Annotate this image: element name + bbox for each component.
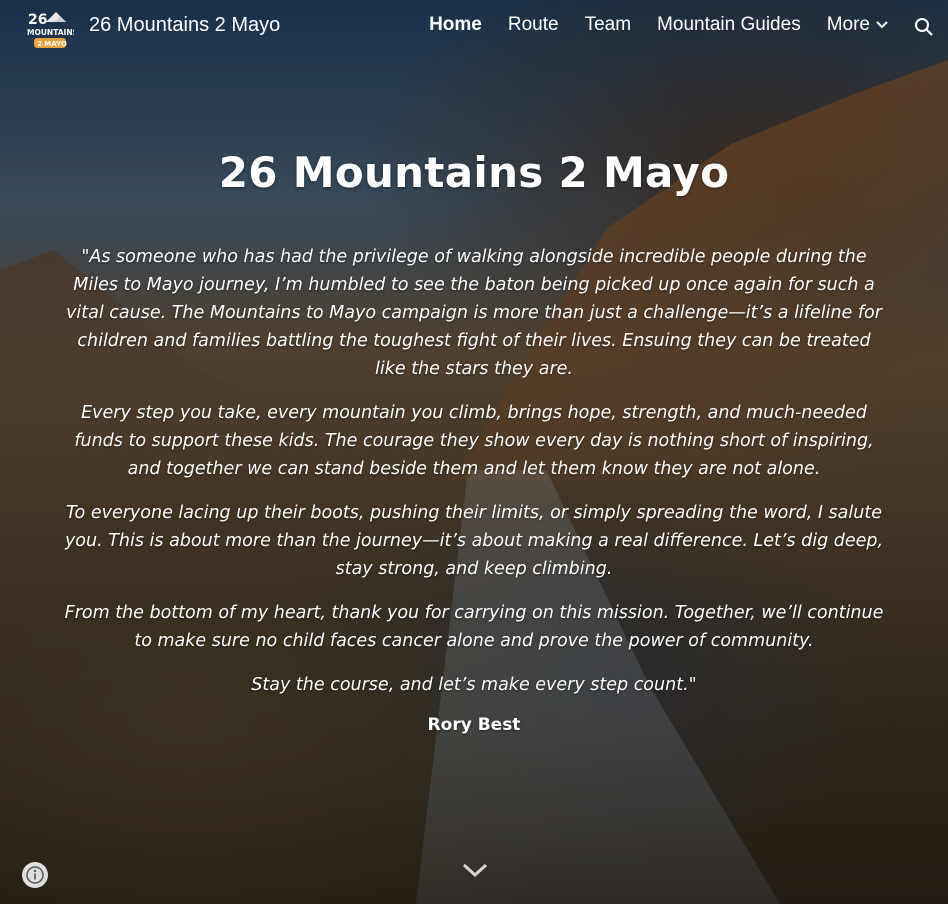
search-icon[interactable] (914, 17, 934, 37)
quote-paragraph: To everyone lacing up their boots, pushi… (64, 503, 884, 579)
nav-more[interactable]: More (827, 14, 888, 36)
nav-mountain-guides[interactable]: Mountain Guides (657, 14, 801, 36)
site-title[interactable]: 26 Mountains 2 Mayo (89, 14, 280, 37)
quote-author: Rory Best (427, 715, 521, 735)
nav-more-label: More (826, 14, 870, 35)
chevron-down-icon (876, 21, 888, 29)
info-glyph-icon (26, 866, 44, 884)
quote-paragraph: Every step you take, every mountain you … (74, 403, 874, 479)
logo-badge-text: 2 MAYO (37, 40, 67, 48)
info-icon[interactable] (22, 862, 48, 888)
scroll-down-icon[interactable] (462, 862, 488, 880)
logo-number: 26 (28, 12, 47, 28)
nav-team[interactable]: Team (585, 14, 631, 36)
main-nav: Home Route Team Mountain Guides More (429, 14, 888, 36)
testimonial-quote: "As someone who has had the privilege of… (60, 243, 888, 699)
quote-paragraph: Stay the course, and let’s make every st… (251, 675, 697, 695)
nav-home[interactable]: Home (429, 14, 482, 36)
nav-route[interactable]: Route (508, 14, 559, 36)
site-header: 26 MOUNTAINS 2 MAYO 26 Mountains 2 Mayo … (0, 0, 948, 56)
site-logo[interactable]: 26 MOUNTAINS 2 MAYO (26, 8, 74, 50)
page-title: 26 Mountains 2 Mayo (218, 148, 730, 197)
hero-content: 26 Mountains 2 Mayo "As someone who has … (60, 148, 888, 735)
logo-word: MOUNTAINS (27, 28, 74, 37)
quote-paragraph: "As someone who has had the privilege of… (66, 247, 882, 379)
quote-paragraph: From the bottom of my heart, thank you f… (64, 603, 884, 651)
